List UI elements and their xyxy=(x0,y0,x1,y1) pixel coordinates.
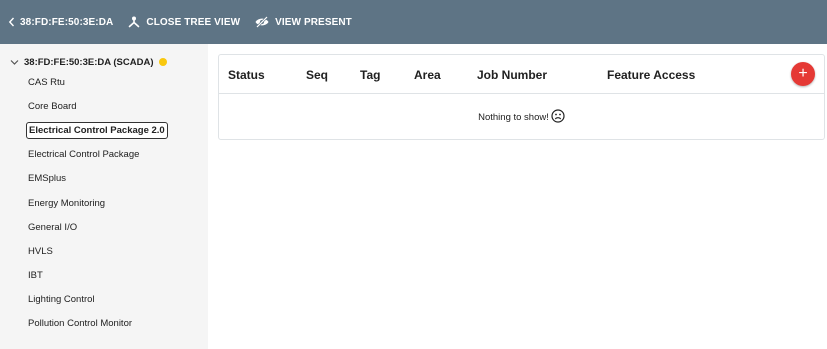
tree-root-label: 38:FD:FE:50:3E:DA (SCADA) xyxy=(24,56,154,68)
tree-item-hvls[interactable]: HVLS xyxy=(0,239,208,263)
close-tree-view-label: CLOSE TREE VIEW xyxy=(146,16,241,28)
tree-item-label: CAS Rtu xyxy=(28,76,65,88)
top-toolbar: 38:FD:FE:50:3E:DA CLOSE TREE VIEW VIEW P… xyxy=(0,0,827,44)
tree-item-label: Energy Monitoring xyxy=(28,197,106,209)
tree-item-electrical-control-package[interactable]: Electrical Control Package xyxy=(0,143,208,167)
close-tree-view-button[interactable]: CLOSE TREE VIEW xyxy=(127,16,240,28)
tree-item-core-board[interactable]: Core Board xyxy=(0,94,208,118)
view-present-button[interactable]: VIEW PRESENT xyxy=(254,16,352,28)
tree-item-general-io[interactable]: General I/O xyxy=(0,215,208,239)
tree-item-label: General I/O xyxy=(28,221,78,233)
eye-off-icon xyxy=(254,16,270,28)
chevron-left-icon xyxy=(8,17,15,27)
column-header-area[interactable]: Area xyxy=(414,68,441,82)
empty-state: Nothing to show! xyxy=(219,94,824,140)
tree-item-emsplus[interactable]: EMSplus xyxy=(0,167,208,191)
tree-item-lighting-control[interactable]: Lighting Control xyxy=(0,288,208,312)
tree-item-label: IBT xyxy=(28,270,43,282)
column-header-status[interactable]: Status xyxy=(228,68,265,82)
table-header: Status Seq Tag Area Job Number Feature A… xyxy=(219,55,824,94)
tree-item-label: Pollution Control Monitor xyxy=(28,318,133,330)
back-to-device-button[interactable]: 38:FD:FE:50:3E:DA xyxy=(8,17,113,28)
tree-item-label: Electrical Control Package xyxy=(28,149,140,161)
tree-item-ibt[interactable]: IBT xyxy=(0,264,208,288)
tree-item-cas-rtu[interactable]: CAS Rtu xyxy=(0,70,208,94)
tree-root-node[interactable]: 38:FD:FE:50:3E:DA (SCADA) xyxy=(0,54,208,70)
tree-item-electrical-control-package-2[interactable]: Electrical Control Package 2.0 xyxy=(0,118,208,142)
column-header-tag[interactable]: Tag xyxy=(360,68,380,82)
tree-item-label: EMSplus xyxy=(28,173,67,185)
sad-face-icon xyxy=(549,108,565,126)
add-button[interactable]: + xyxy=(791,62,815,86)
tree-item-label: Lighting Control xyxy=(28,294,95,306)
empty-message: Nothing to show! xyxy=(478,111,549,123)
view-present-label: VIEW PRESENT xyxy=(275,16,352,28)
tree-children-list: CAS Rtu Core Board Electrical Control Pa… xyxy=(0,70,208,336)
chevron-down-icon[interactable] xyxy=(10,59,19,66)
column-header-job-number[interactable]: Job Number xyxy=(477,68,547,82)
status-indicator xyxy=(158,58,167,66)
tree-item-label: Electrical Control Package 2.0 xyxy=(26,121,168,139)
tree-item-energy-monitoring[interactable]: Energy Monitoring xyxy=(0,191,208,215)
data-table-panel: Status Seq Tag Area Job Number Feature A… xyxy=(218,54,825,140)
tree-item-label: Core Board xyxy=(28,100,77,112)
column-header-seq[interactable]: Seq xyxy=(306,68,328,82)
column-header-feature-access[interactable]: Feature Access xyxy=(607,68,695,82)
tree-sidebar: 38:FD:FE:50:3E:DA (SCADA) CAS Rtu Core B… xyxy=(0,44,208,349)
tree-icon xyxy=(127,16,141,28)
tree-item-label: HVLS xyxy=(28,245,53,257)
device-label: 38:FD:FE:50:3E:DA xyxy=(20,16,114,28)
tree-item-pollution-control-monitor[interactable]: Pollution Control Monitor xyxy=(0,312,208,336)
